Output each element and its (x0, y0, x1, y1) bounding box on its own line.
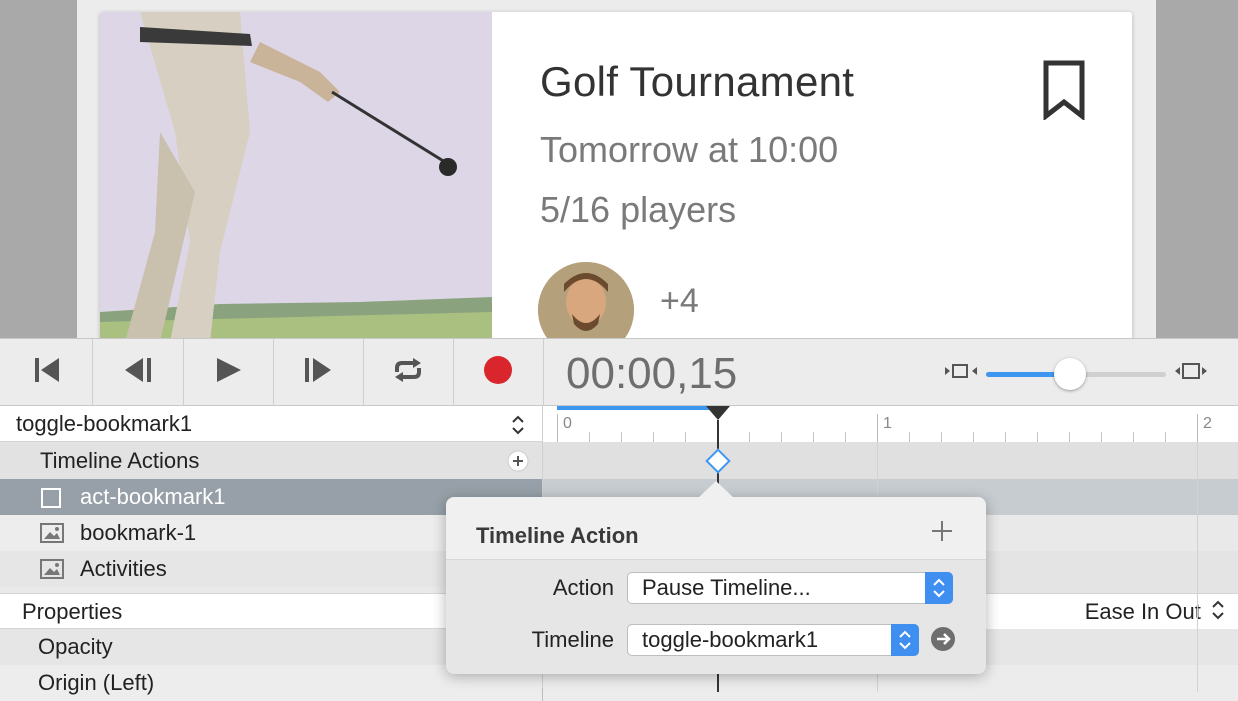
record-icon (483, 355, 513, 390)
timeline-action-popover: Timeline Action Action Pause Timeline...… (446, 481, 986, 674)
ruler-tick (845, 432, 846, 442)
ruler-tick (557, 414, 558, 442)
image-icon (40, 523, 64, 549)
play-icon (213, 355, 243, 390)
step-back-icon (121, 355, 155, 390)
step-forward-button[interactable] (273, 339, 364, 406)
ruler-tick (621, 432, 622, 442)
time-ruler[interactable]: 0 1 2 (543, 406, 1238, 443)
play-button[interactable] (183, 339, 274, 406)
go-to-timeline-icon[interactable] (930, 626, 956, 657)
zoom-slider-thumb[interactable] (1053, 358, 1086, 390)
chevron-updown-icon (510, 414, 526, 442)
popover-arrow (698, 481, 734, 498)
add-icon[interactable] (930, 519, 954, 548)
step-forward-icon (301, 355, 335, 390)
timeline-actions-row[interactable]: Timeline Actions (0, 442, 542, 479)
ruler-tick (941, 432, 942, 442)
ruler-tick (1197, 414, 1198, 442)
layer-item-label: Activities (80, 556, 167, 581)
card-time: Tomorrow at 10:00 (540, 129, 839, 170)
timeline-actions-track[interactable] (543, 442, 1238, 479)
popover-title: Timeline Action (476, 523, 639, 548)
ruler-tick (909, 432, 910, 442)
ruler-tick (749, 432, 750, 442)
chevron-updown-icon (925, 572, 953, 604)
bookmark-icon[interactable] (1042, 60, 1086, 122)
popover-body: Action Pause Timeline... Timeline toggle… (446, 559, 986, 674)
record-button[interactable] (453, 339, 544, 406)
timeline-target-select[interactable]: toggle-bookmark1 (627, 624, 919, 656)
playback-progress (557, 406, 717, 410)
skip-to-start-icon (32, 355, 62, 390)
ruler-tick (877, 414, 878, 442)
timeline-select-value: toggle-bookmark1 (642, 627, 819, 652)
extra-players-count: +4 (660, 282, 699, 320)
timeline-select[interactable]: toggle-bookmark1 (0, 406, 542, 442)
ruler-tick (781, 432, 782, 442)
event-card[interactable]: Golf Tournament Tomorrow at 10:00 5/16 p… (100, 12, 1132, 338)
ruler-label-1: 1 (883, 415, 892, 432)
action-select-value: Pause Timeline... (642, 575, 811, 600)
transport-bar: 00:00,15 (0, 338, 1238, 406)
action-select[interactable]: Pause Timeline... (627, 572, 953, 604)
chevron-updown-icon (891, 624, 919, 656)
action-label: Action (552, 575, 614, 600)
ruler-tick (1005, 432, 1006, 442)
time-display: 00:00,15 (566, 349, 738, 398)
ruler-tick (813, 432, 814, 442)
layer-item-label: act-bookmark1 (80, 484, 226, 509)
step-back-button[interactable] (93, 339, 184, 406)
go-to-start-button[interactable] (2, 339, 93, 406)
layer-item-label: bookmark-1 (80, 520, 197, 545)
property-label: Opacity (38, 634, 113, 659)
property-label: Origin (Left) (38, 670, 155, 695)
element-box-icon (40, 487, 62, 515)
golf-photo (100, 12, 492, 338)
ruler-tick (1069, 432, 1070, 442)
loop-icon (391, 355, 425, 390)
timeline-select-value: toggle-bookmark1 (16, 411, 193, 436)
avatar (538, 262, 634, 338)
ruler-label-0: 0 (563, 415, 572, 432)
add-action-icon[interactable] (507, 450, 529, 478)
timeline-label: Timeline (531, 627, 614, 652)
playhead-handle-icon[interactable] (706, 406, 730, 427)
ruler-tick (973, 432, 974, 442)
card-players: 5/16 players (540, 189, 737, 230)
card-title: Golf Tournament (540, 58, 855, 105)
ruler-tick (653, 432, 654, 442)
ruler-tick (589, 432, 590, 442)
easing-value: Ease In Out (1084, 599, 1201, 624)
ruler-tick (1101, 432, 1102, 442)
ruler-tick (1037, 432, 1038, 442)
chevron-updown-icon (1211, 599, 1225, 627)
ruler-tick (1165, 432, 1166, 442)
ruler-tick (1133, 432, 1134, 442)
properties-label: Properties (22, 599, 123, 624)
easing-select[interactable]: Ease In Out (1085, 599, 1225, 627)
zoom-out-icon[interactable] (944, 361, 978, 386)
stage-canvas: Golf Tournament Tomorrow at 10:00 5/16 p… (0, 0, 1238, 338)
ruler-tick (685, 432, 686, 442)
timeline-actions-label: Timeline Actions (40, 448, 200, 473)
image-icon (40, 559, 64, 585)
gridline (1197, 442, 1198, 692)
zoom-slider-fill (986, 372, 1062, 377)
ruler-label-2: 2 (1203, 415, 1212, 432)
zoom-in-icon[interactable] (1174, 361, 1208, 386)
timeline-zoom-slider[interactable] (986, 358, 1166, 390)
device-frame: Golf Tournament Tomorrow at 10:00 5/16 p… (77, 0, 1156, 338)
loop-button[interactable] (363, 339, 454, 406)
